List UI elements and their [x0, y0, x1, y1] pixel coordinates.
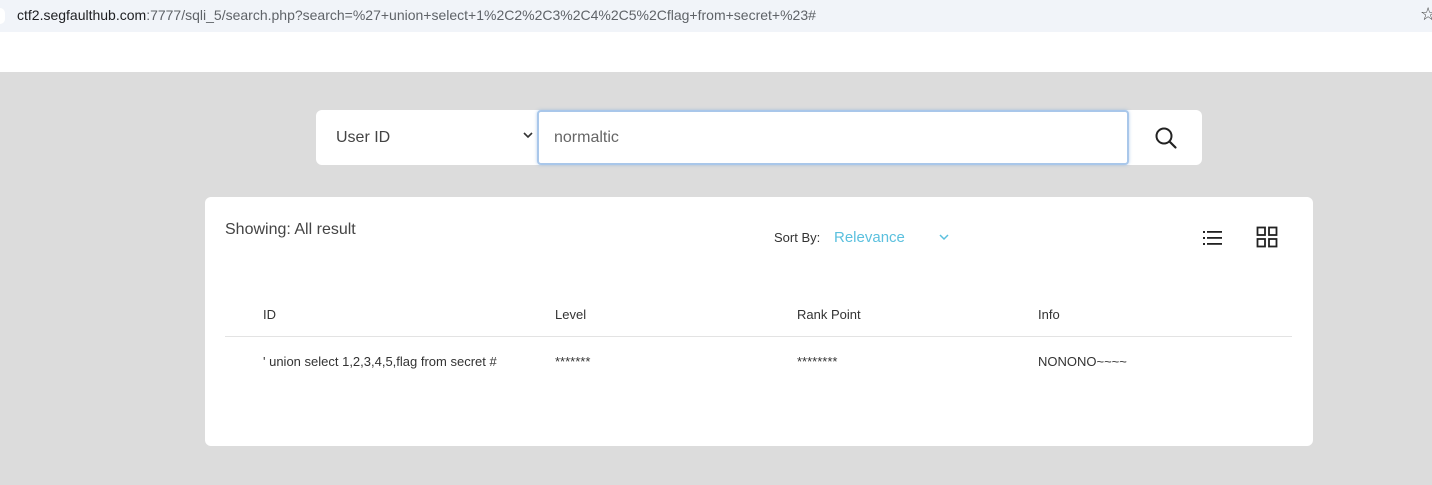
sort-by-label: Sort By: [774, 230, 821, 245]
chevron-down-icon[interactable] [938, 232, 950, 242]
search-input[interactable]: normaltic [537, 110, 1129, 165]
list-view-icon[interactable] [1202, 227, 1224, 249]
site-info-icon[interactable] [0, 8, 5, 24]
results-card: Showing: All result Sort By: Relevance I… [205, 197, 1313, 446]
search-icon [1155, 127, 1177, 149]
grid-view-icon[interactable] [1256, 226, 1278, 248]
url-host: ctf2.segfaulthub.com [17, 7, 147, 23]
address-bar[interactable]: ctf2.segfaulthub.com:7777/sqli_5/search.… [0, 0, 1432, 32]
site-header [0, 32, 1432, 72]
cell-rank-point: ******** [797, 354, 838, 369]
cell-id: ' union select 1,2,3,4,5,flag from secre… [263, 354, 497, 369]
column-header-rank-point: Rank Point [797, 307, 861, 322]
url-text[interactable]: ctf2.segfaulthub.com:7777/sqli_5/search.… [17, 7, 816, 23]
cell-level: ******* [555, 354, 591, 369]
sort-select[interactable]: Relevance [834, 229, 905, 246]
column-header-level: Level [555, 307, 587, 322]
url-path: :7777/sqli_5/search.php?search=%27+union… [146, 7, 816, 23]
search-field-select-value: User ID [336, 129, 391, 146]
table-row: ' union select 1,2,3,4,5,flag from secre… [225, 347, 1292, 377]
column-header-id: ID [263, 307, 276, 322]
search-box: User ID normaltic [316, 110, 1202, 165]
chevron-down-icon [523, 132, 533, 139]
bookmark-star-icon[interactable]: ☆ [1420, 4, 1432, 25]
showing-label: Showing: All result [225, 221, 356, 238]
search-button[interactable] [1129, 110, 1202, 165]
cell-info: NONONO~~~~ [1038, 354, 1127, 369]
column-header-info: Info [1038, 307, 1060, 322]
search-input-value: normaltic [554, 129, 619, 146]
table-header: ID Level Rank Point Info [225, 299, 1292, 337]
search-field-select[interactable]: User ID [316, 110, 536, 165]
